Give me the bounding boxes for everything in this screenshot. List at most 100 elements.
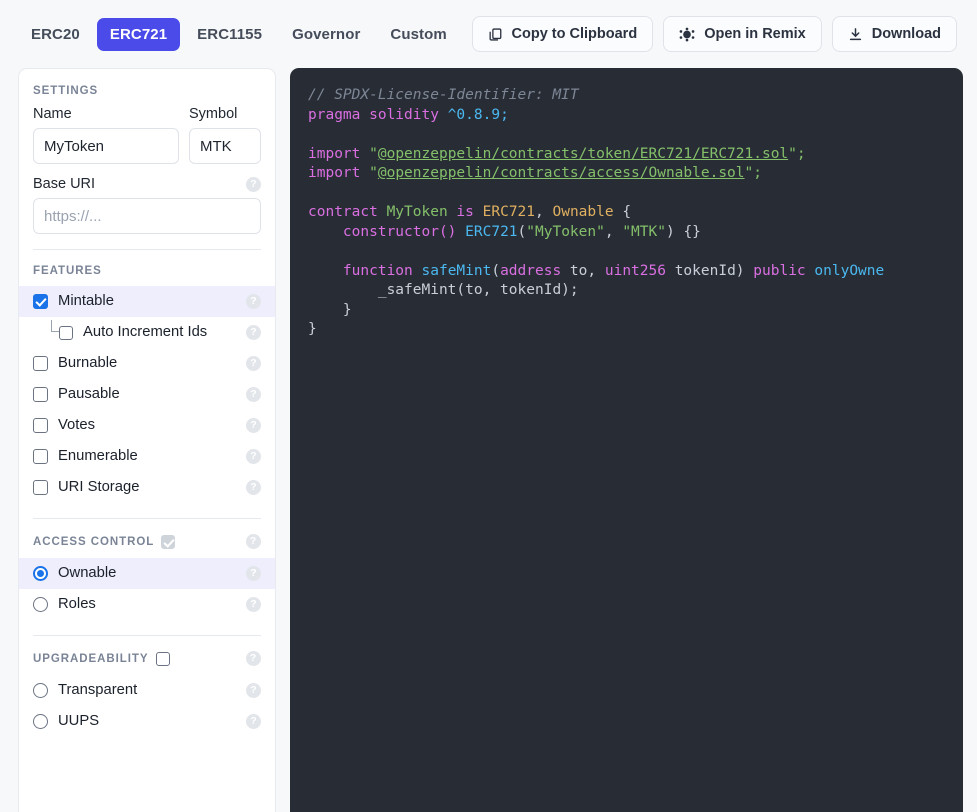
upgradeability-toggle-checkbox[interactable] — [155, 651, 170, 666]
code-base-erc721: ERC721 — [482, 204, 536, 220]
tab-erc20[interactable]: ERC20 — [18, 18, 93, 51]
tab-governor[interactable]: Governor — [279, 18, 373, 51]
pausable-help-icon[interactable]: ? — [246, 387, 261, 402]
enumerable-label: Enumerable — [58, 448, 138, 465]
access-control-roles[interactable]: Roles ? — [19, 589, 275, 620]
upgradeability-uups[interactable]: UUPS ? — [19, 706, 275, 737]
auto-increment-ids-help-icon[interactable]: ? — [246, 325, 261, 340]
code-function-name: safeMint — [421, 262, 492, 279]
main-layout: SETTINGS Name Symbol Base URI ? — [0, 68, 977, 812]
ownable-label: Ownable — [58, 565, 117, 582]
feature-burnable[interactable]: Burnable ? — [19, 348, 275, 379]
roles-help-icon[interactable]: ? — [246, 597, 261, 612]
burnable-help-icon[interactable]: ? — [246, 356, 261, 371]
baseuri-label-row: Base URI ? — [33, 176, 261, 192]
baseuri-help-icon[interactable]: ? — [246, 176, 261, 192]
code-param-type-2: uint256 — [604, 262, 666, 279]
upgradeability-help-icon[interactable]: ? — [246, 651, 261, 666]
code-modifier: onlyOwne — [814, 262, 885, 279]
auto-increment-ids-label: Auto Increment Ids — [83, 324, 208, 341]
name-input[interactable] — [33, 128, 179, 164]
code-body-call: _safeMint(to, tokenId); — [377, 282, 579, 298]
divider-access-control — [33, 635, 261, 636]
download-button[interactable]: Download — [831, 16, 957, 52]
features-heading-wrap: FEATURES — [19, 265, 275, 277]
symbol-field-group: Symbol — [189, 106, 261, 164]
baseuri-field-group: Base URI ? — [33, 176, 261, 234]
open-in-remix-button[interactable]: Open in Remix — [663, 16, 822, 52]
name-symbol-row: Name Symbol — [33, 106, 261, 164]
votes-help-icon[interactable]: ? — [246, 418, 261, 433]
code-preview-panel[interactable]: // SPDX-License-Identifier: MIT pragma s… — [290, 68, 963, 812]
transparent-radio[interactable] — [33, 683, 48, 698]
copy-to-clipboard-button[interactable]: Copy to Clipboard — [471, 16, 654, 52]
enumerable-help-icon[interactable]: ? — [246, 449, 261, 464]
auto-increment-ids-checkbox[interactable] — [59, 325, 73, 340]
solidity-code: // SPDX-License-Identifier: MIT pragma s… — [308, 87, 885, 337]
features-heading-label: FEATURES — [33, 265, 102, 277]
upgradeability-transparent[interactable]: Transparent ? — [19, 675, 275, 706]
divider-features — [33, 518, 261, 519]
code-constructor-base: ERC721 — [465, 223, 518, 240]
upgradeability-heading-label: UPGRADEABILITY — [33, 652, 149, 665]
code-contract-keyword: contract — [308, 204, 378, 220]
votes-checkbox[interactable] — [33, 418, 48, 433]
access-control-toggle-checkbox[interactable] — [161, 534, 176, 549]
mintable-checkbox[interactable] — [33, 294, 48, 309]
remix-icon — [679, 27, 695, 42]
feature-votes[interactable]: Votes ? — [19, 410, 275, 441]
contract-type-tabs: ERC20 ERC721 ERC1155 Governor Custom — [18, 17, 460, 51]
divider-settings — [33, 249, 261, 250]
pausable-label: Pausable — [58, 386, 120, 403]
name-field-group: Name — [33, 106, 179, 164]
settings-heading-label: SETTINGS — [33, 85, 99, 97]
open-in-remix-label: Open in Remix — [704, 26, 806, 42]
transparent-help-icon[interactable]: ? — [246, 683, 261, 698]
feature-uri-storage[interactable]: URI Storage ? — [19, 472, 275, 503]
ownable-radio[interactable] — [33, 566, 48, 581]
copy-to-clipboard-label: Copy to Clipboard — [511, 26, 638, 42]
code-param-name-1: to, — [569, 262, 597, 279]
code-contract-name: MyToken — [386, 204, 448, 220]
symbol-input[interactable] — [189, 128, 261, 164]
code-param-name-2: tokenId) — [674, 262, 745, 279]
code-constructor-arg-name: "MyToken" — [526, 223, 605, 240]
tab-erc721[interactable]: ERC721 — [96, 17, 181, 51]
upgradeability-heading-wrap: UPGRADEABILITY ? — [19, 651, 275, 666]
tab-custom[interactable]: Custom — [377, 18, 459, 51]
baseuri-label: Base URI — [33, 176, 96, 192]
ownable-help-icon[interactable]: ? — [246, 566, 261, 581]
uups-help-icon[interactable]: ? — [246, 714, 261, 729]
access-control-help-icon[interactable]: ? — [246, 534, 261, 549]
feature-mintable[interactable]: Mintable ? — [19, 286, 275, 317]
pausable-checkbox[interactable] — [33, 387, 48, 402]
access-control-heading-label: ACCESS CONTROL — [33, 535, 155, 548]
uups-radio[interactable] — [33, 714, 48, 729]
code-import-keyword-1: import — [308, 145, 361, 162]
burnable-label: Burnable — [58, 355, 118, 372]
code-visibility: public — [753, 262, 806, 279]
access-control-heading-wrap: ACCESS CONTROL ? — [19, 534, 275, 549]
copy-icon — [488, 27, 503, 42]
tab-erc1155[interactable]: ERC1155 — [184, 18, 275, 51]
code-import-path-2[interactable]: @openzeppelin/contracts/access/Ownable.s… — [378, 165, 745, 181]
code-import-path-1[interactable]: @openzeppelin/contracts/token/ERC721/ERC… — [378, 146, 788, 162]
feature-auto-increment-ids[interactable]: Auto Increment Ids ? — [19, 317, 275, 348]
name-label: Name — [33, 106, 72, 122]
settings-section: SETTINGS Name Symbol Base URI ? — [19, 85, 275, 234]
enumerable-checkbox[interactable] — [33, 449, 48, 464]
symbol-label: Symbol — [189, 106, 238, 122]
uri-storage-checkbox[interactable] — [33, 480, 48, 495]
roles-radio[interactable] — [33, 597, 48, 612]
mintable-help-icon[interactable]: ? — [246, 294, 261, 309]
burnable-checkbox[interactable] — [33, 356, 48, 371]
baseuri-input[interactable] — [33, 198, 261, 234]
code-function-keyword: function — [342, 262, 413, 279]
access-control-ownable[interactable]: Ownable ? — [19, 558, 275, 589]
feature-enumerable[interactable]: Enumerable ? — [19, 441, 275, 472]
options-sidebar: SETTINGS Name Symbol Base URI ? — [18, 68, 276, 812]
feature-pausable[interactable]: Pausable ? — [19, 379, 275, 410]
uups-label: UUPS — [58, 713, 100, 730]
uri-storage-help-icon[interactable]: ? — [246, 480, 261, 495]
votes-label: Votes — [58, 417, 96, 434]
